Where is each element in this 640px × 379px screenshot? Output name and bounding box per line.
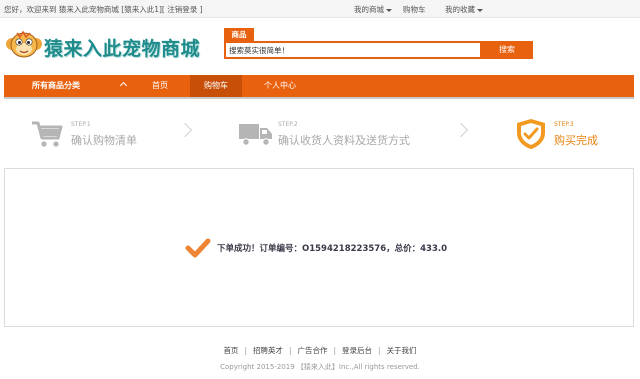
step-1-text: 确认购物清单 [71, 134, 137, 147]
checkout-steps: STEP.1 确认购物清单 STEP.2 确认收货人资料及送货方式 STEP.3… [4, 107, 634, 163]
footer-divider: | [288, 346, 292, 355]
footer-divider: | [378, 346, 381, 355]
user-link[interactable]: [猿来入此1] [121, 5, 162, 14]
top-bar: 您好，欢迎来到 猿来入此宠物商城 [猿来入此1][ 注销登录 ] 我的商城 购物… [0, 0, 640, 18]
search-category-tab[interactable]: 商品 [224, 28, 254, 41]
welcome-prefix: 您好，欢迎来到 [4, 5, 57, 14]
my-mall-menu[interactable]: 我的商城 [354, 4, 392, 15]
step-2: STEP.2 确认收货人资料及送货方式 [236, 107, 466, 163]
nav-item-personal-center[interactable]: 个人中心 [250, 75, 310, 97]
step-1: STEP.1 确认购物清单 [4, 107, 194, 163]
logo-text: 猿来入此宠物商城 [44, 38, 201, 60]
welcome-text: 您好，欢迎来到 猿来入此宠物商城 [猿来入此1][ 注销登录 ] [4, 4, 203, 15]
top-cart-link[interactable]: 购物车 [403, 4, 426, 15]
order-result-panel: 下单成功！订单编号：O1594218223576，总价：433.0 [4, 168, 634, 327]
nav-item-home[interactable]: 首页 [140, 75, 180, 97]
my-mall-label: 我的商城 [354, 5, 384, 14]
all-categories-label: 所有商品分类 [32, 81, 80, 90]
footer-links: 首页 | 招聘英才 | 广告合作 | 登录后台 | 关于我们 [0, 345, 640, 356]
chevron-down-icon [477, 8, 483, 12]
all-categories-menu[interactable]: 所有商品分类 [4, 75, 136, 97]
nav-item-cart[interactable]: 购物车 [190, 75, 242, 97]
logout-link[interactable]: [ 注销登录 ] [162, 5, 203, 14]
footer-divider: | [333, 346, 337, 355]
truck-icon [239, 124, 272, 146]
top-cart-label: 购物车 [403, 5, 426, 14]
search-button[interactable]: 搜索 [481, 41, 533, 59]
order-success-text: 下单成功！订单编号：O1594218223576，总价：433.0 [217, 244, 447, 254]
monkey-mascot-icon [6, 30, 42, 58]
favorites-menu[interactable]: 我的收藏 [445, 4, 483, 15]
logo[interactable]: 猿来入此宠物商城 [4, 26, 204, 66]
step-1-label: STEP.1 [71, 121, 91, 128]
shield-check-icon [517, 119, 545, 149]
step-3-text: 购买完成 [554, 134, 598, 147]
footer-link-about[interactable]: 关于我们 [387, 346, 417, 355]
chevron-up-icon [119, 81, 128, 90]
step-3: STEP.3 购买完成 [512, 107, 632, 163]
checkmark-icon [185, 238, 211, 258]
footer-link-advertising[interactable]: 广告合作 [298, 346, 328, 355]
step-2-text: 确认收货人资料及送货方式 [278, 134, 410, 147]
favorites-label: 我的收藏 [445, 5, 475, 14]
step-3-label: STEP.3 [554, 121, 574, 128]
footer-link-home[interactable]: 首页 [223, 346, 238, 355]
site-name-link[interactable]: 猿来入此宠物商城 [59, 5, 119, 14]
search-input[interactable] [226, 43, 480, 57]
cart-icon [32, 121, 63, 147]
main-nav: 所有商品分类 首页 购物车 个人中心 [4, 75, 634, 97]
footer-link-careers[interactable]: 招聘英才 [253, 346, 283, 355]
footer-divider: | [244, 346, 247, 355]
nav-divider [4, 97, 634, 99]
step-2-label: STEP.2 [278, 121, 298, 128]
search-box [224, 41, 482, 59]
copyright: Copyright 2015-2019 【猿来入此】Inc.,All right… [220, 363, 420, 371]
chevron-down-icon [386, 8, 392, 12]
footer-link-admin-login[interactable]: 登录后台 [342, 346, 372, 355]
